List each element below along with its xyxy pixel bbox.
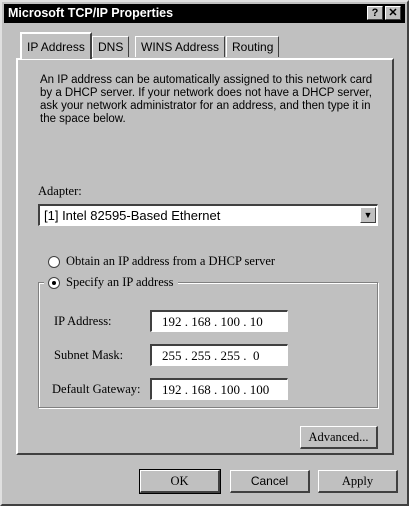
tab-routing[interactable]: Routing bbox=[226, 36, 280, 57]
chevron-down-icon[interactable]: ▼ bbox=[360, 207, 376, 223]
ip-address-label: IP Address: bbox=[54, 314, 112, 328]
description-text: An IP address can be automatically assig… bbox=[40, 74, 373, 125]
ok-button[interactable]: OK bbox=[139, 469, 221, 494]
specify-label: Specify an IP address bbox=[66, 275, 174, 289]
dhcp-label: Obtain an IP address from a DHCP server bbox=[66, 254, 276, 268]
default-gateway-input[interactable]: 192 . 168 . 100 . 100 bbox=[150, 378, 288, 400]
tab-ip-address[interactable]: IP Address bbox=[20, 32, 92, 59]
subnet-mask-label: Subnet Mask: bbox=[54, 348, 124, 362]
dhcp-radio[interactable] bbox=[48, 255, 60, 268]
subnet-mask-input[interactable]: 255 . 255 . 255 . 0 bbox=[150, 344, 288, 366]
apply-button[interactable]: Apply bbox=[318, 470, 398, 493]
specify-radio[interactable] bbox=[48, 276, 60, 289]
tab-panel-ip-address: An IP address can be automatically assig… bbox=[16, 58, 394, 455]
help-icon[interactable]: ? bbox=[367, 6, 383, 20]
cancel-button[interactable]: Cancel bbox=[230, 470, 310, 493]
adapter-select-value: [1] Intel 82595-Based Ethernet bbox=[44, 208, 221, 223]
dhcp-radio-option[interactable]: Obtain an IP address from a DHCP server bbox=[48, 254, 275, 269]
window-title: Microsoft TCP/IP Properties bbox=[8, 6, 174, 20]
tab-wins-address[interactable]: WINS Address bbox=[135, 36, 226, 57]
title-bar[interactable]: Microsoft TCP/IP Properties ? ✕ bbox=[4, 4, 405, 23]
adapter-select[interactable]: [1] Intel 82595-Based Ethernet ▼ bbox=[38, 204, 378, 226]
tab-dns[interactable]: DNS bbox=[92, 36, 130, 57]
ip-address-input[interactable]: 192 . 168 . 100 . 10 bbox=[150, 310, 288, 332]
close-icon[interactable]: ✕ bbox=[385, 6, 401, 20]
default-gateway-label: Default Gateway: bbox=[52, 382, 141, 396]
tcpip-properties-dialog: Microsoft TCP/IP Properties ? ✕ IP Addre… bbox=[0, 0, 409, 506]
adapter-label: Adapter: bbox=[38, 184, 82, 198]
advanced-button[interactable]: Advanced... bbox=[300, 426, 378, 449]
specify-radio-option[interactable]: Specify an IP address bbox=[44, 275, 178, 290]
